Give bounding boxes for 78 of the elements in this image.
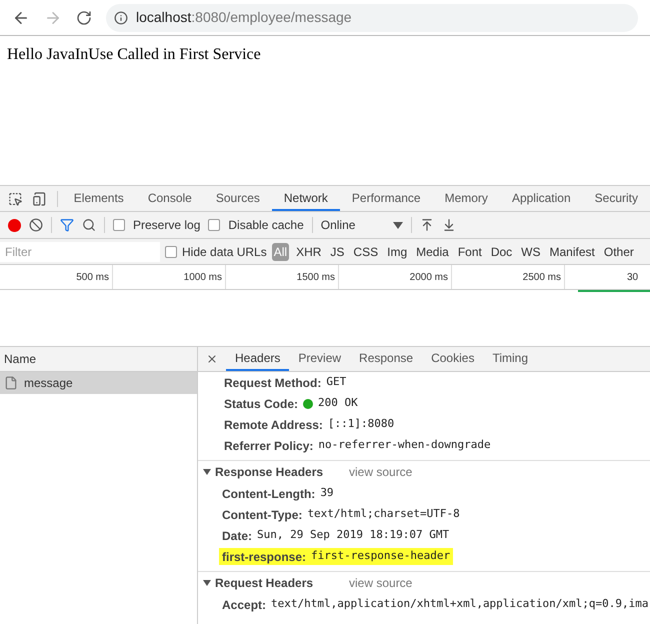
type-filter[interactable]: Media	[414, 242, 451, 260]
devtools-tab[interactable]: Elements	[62, 186, 136, 211]
detail-tab[interactable]: Cookies	[422, 347, 484, 371]
detail-tab[interactable]: Timing	[483, 347, 538, 371]
address-bar[interactable]: localhost:8080/employee/message	[106, 4, 638, 32]
header-value: text/html,application/xhtml+xml,application/xml;q=0.9,ima	[271, 596, 650, 612]
timeline-tick: 1000 ms	[184, 270, 222, 284]
info-icon[interactable]	[114, 10, 128, 24]
header-value: GET	[326, 374, 346, 390]
filter-icon[interactable]	[60, 218, 74, 232]
upload-icon[interactable]	[420, 218, 434, 232]
type-filter[interactable]: WS	[519, 242, 543, 260]
detail-tab[interactable]: Headers	[226, 347, 290, 371]
devtools-tab[interactable]: Application	[500, 186, 583, 211]
clear-icon[interactable]	[29, 218, 43, 232]
page-text: Hello JavaInUse Called in First Service	[7, 46, 261, 63]
timeline-tick: 2500 ms	[522, 270, 561, 284]
header-name: first-response:	[219, 548, 312, 565]
caret-icon	[392, 222, 403, 228]
inspect-icon[interactable]	[8, 190, 22, 206]
checkbox[interactable]	[208, 219, 220, 231]
header-value: text/html;charset=UTF-8	[307, 506, 461, 522]
header-name: Remote Address:	[224, 416, 323, 434]
type-filter[interactable]: XHR	[294, 242, 324, 260]
header-name: Request Method:	[224, 374, 322, 392]
devtools-tab[interactable]: Memory	[432, 186, 500, 211]
reload-icon[interactable]	[76, 10, 92, 26]
url-text: localhost:8080/employee/message	[136, 8, 352, 27]
type-filter[interactable]: CSS	[351, 242, 380, 260]
header-value: 39	[320, 485, 335, 501]
devtools-tab[interactable]: Console	[136, 186, 204, 211]
section-title[interactable]: Response Headers	[215, 463, 345, 481]
view-source-link[interactable]: view source	[349, 574, 412, 592]
request-row[interactable]: message	[0, 372, 197, 394]
throttling-select[interactable]: Online	[320, 216, 403, 234]
detail-tab[interactable]: Preview	[289, 347, 350, 371]
header-value: Sun, 29 Sep 2019 18:19:07 GMT	[257, 527, 450, 543]
devtools-tab[interactable]: Performance	[340, 186, 433, 211]
type-filter[interactable]: Other	[602, 242, 636, 260]
type-filter[interactable]: Img	[385, 242, 410, 260]
header-name: Content-Type:	[221, 507, 304, 523]
header-name: Date:	[221, 528, 254, 544]
column-header: Name	[4, 351, 36, 368]
preserve-log-label: Preserve log	[133, 217, 200, 234]
filter-field[interactable]: Filter	[0, 242, 160, 262]
type-filter[interactable]: Doc	[488, 242, 514, 260]
type-filter[interactable]: Font	[456, 242, 484, 260]
timeline-tick: 2000 ms	[410, 270, 448, 284]
header-value: no-referrer-when-downgrade	[318, 437, 491, 454]
type-filter[interactable]: Manifest	[548, 242, 597, 260]
type-filter[interactable]: JS	[328, 242, 346, 260]
view-source-link[interactable]: view source	[349, 463, 412, 481]
timeline-tick: 500 ms	[76, 270, 109, 284]
timeline-tick: 1500 ms	[296, 270, 335, 284]
disclosure-icon[interactable]	[203, 469, 211, 475]
header-name: Accept:	[221, 597, 268, 613]
header-value: [::1]:8080	[328, 416, 394, 432]
download-icon[interactable]	[442, 218, 456, 232]
devtools-tab[interactable]: Sources	[204, 186, 272, 211]
header-name: Referrer Policy:	[224, 438, 314, 454]
header-name: Status Code:	[224, 396, 298, 412]
header-value: first-response-header	[311, 548, 454, 565]
device-icon[interactable]	[32, 190, 47, 206]
file-icon	[4, 376, 18, 390]
checkbox[interactable]	[113, 219, 125, 231]
header-value: 200 OK	[318, 395, 358, 412]
detail-tab[interactable]: Response	[350, 347, 422, 371]
search-icon[interactable]	[82, 218, 96, 232]
hide-data-urls-label: Hide data URLs	[182, 244, 267, 260]
checkbox[interactable]	[165, 246, 177, 258]
disable-cache-label: Disable cache	[228, 217, 304, 234]
close-icon[interactable]	[206, 353, 218, 365]
header-name: Content-Length:	[221, 486, 316, 502]
devtools-tab[interactable]: Security	[582, 186, 650, 211]
disclosure-icon[interactable]	[203, 580, 211, 586]
section-title[interactable]: Request Headers	[215, 574, 345, 592]
timeline-tick: 30	[627, 270, 638, 284]
record-icon[interactable]	[8, 218, 21, 232]
